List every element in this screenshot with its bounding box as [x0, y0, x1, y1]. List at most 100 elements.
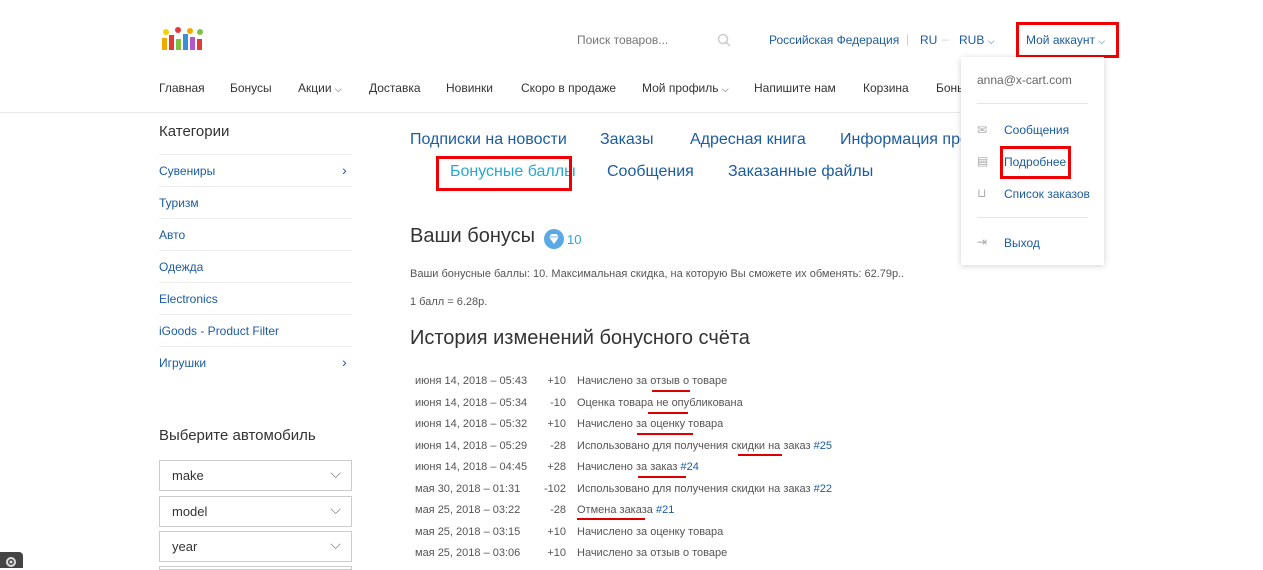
menu-item-sales[interactable]: Акции ⌵: [298, 81, 342, 95]
history-amount: +10: [547, 547, 566, 559]
history-text: Оценка товара не опубликована: [577, 397, 743, 409]
divider: [159, 250, 352, 251]
bonus-title: Ваши бонусы: [410, 225, 536, 247]
tab-ordered-files[interactable]: Заказанные файлы: [728, 163, 873, 181]
menu-item-profile[interactable]: Мой профиль ⌵: [642, 81, 729, 95]
search-icon[interactable]: [717, 33, 731, 52]
chevron-right-icon[interactable]: ›: [342, 354, 347, 370]
history-date: мая 30, 2018 – 01:31: [415, 483, 521, 495]
menu-item-new[interactable]: Новинки: [446, 81, 493, 95]
history-date: июня 14, 2018 – 05:29: [415, 440, 528, 452]
highlight-box: [436, 156, 572, 191]
category-auto[interactable]: Авто: [159, 228, 185, 242]
order-link[interactable]: #22: [814, 483, 832, 495]
menu-item-coming-soon[interactable]: Скоро в продаже: [521, 81, 616, 95]
menu-item-cart[interactable]: Корзина: [863, 81, 909, 95]
divider: [977, 103, 1088, 104]
dropdown-messages[interactable]: Сообщения: [1004, 123, 1069, 137]
divider: [159, 154, 352, 155]
category-tourism[interactable]: Туризм: [159, 196, 199, 210]
chevron-down-icon: ⌵: [721, 84, 729, 94]
history-description: Отмена заказа #21: [577, 504, 674, 516]
tab-orders[interactable]: Заказы: [600, 131, 653, 149]
chevron-down-icon: ⌵: [330, 465, 341, 481]
history-text: Начислено за оценку товара: [577, 526, 724, 538]
category-electronics[interactable]: Electronics: [159, 292, 218, 306]
category-clothing[interactable]: Одежда: [159, 260, 203, 274]
divider: [159, 314, 352, 315]
chevron-right-icon[interactable]: ›: [342, 162, 347, 178]
category-souvenirs[interactable]: Сувениры: [159, 164, 215, 178]
tab-newsletters[interactable]: Подписки на новости: [410, 131, 567, 149]
currency-selector[interactable]: RUB ⌵: [959, 33, 995, 47]
menu-item-home[interactable]: Главная: [159, 81, 205, 95]
menu-item-contact[interactable]: Напишите нам: [754, 81, 836, 95]
divider: |: [906, 32, 910, 46]
history-description: Начислено за оценку товара: [577, 418, 723, 430]
store-logo[interactable]: [160, 26, 206, 52]
menu-item-delivery[interactable]: Доставка: [369, 81, 421, 95]
history-amount: +10: [547, 418, 566, 430]
search-box[interactable]: [567, 27, 743, 54]
bonus-count: 10: [567, 232, 582, 247]
make-select-value: make: [172, 468, 204, 483]
basket-icon: ⊔: [977, 186, 987, 200]
history-title: История изменений бонусного счёта: [410, 327, 750, 349]
order-link[interactable]: #25: [814, 440, 832, 452]
country-selector[interactable]: Российская Федерация: [769, 33, 899, 47]
dropdown-order-list[interactable]: Список заказов: [1004, 187, 1090, 201]
divider: [159, 282, 352, 283]
history-description: Использовано для получения скидки на зак…: [577, 483, 832, 495]
history-description: Оценка товара не опубликована: [577, 397, 743, 409]
chevron-down-icon: ⌵: [987, 36, 995, 46]
highlight-box: [1000, 146, 1071, 179]
year-select[interactable]: year ⌵: [159, 531, 352, 562]
annotation-underline: [648, 412, 688, 414]
settings-gear-icon[interactable]: [0, 552, 23, 568]
menu-item-more[interactable]: Бонь: [936, 81, 963, 95]
chevron-down-icon: ⌵: [330, 501, 341, 517]
chevron-down-icon: ⌵: [330, 536, 341, 552]
bonus-info: Ваши бонусные баллы: 10. Максимальная ск…: [410, 268, 905, 280]
order-link[interactable]: #21: [656, 504, 674, 516]
divider: [977, 217, 1088, 218]
divider: –: [942, 32, 949, 46]
next-select[interactable]: [159, 566, 352, 570]
history-date: июня 14, 2018 – 04:45: [415, 461, 528, 473]
history-amount: -10: [550, 397, 566, 409]
history-date: мая 25, 2018 – 03:15: [415, 526, 521, 538]
history-text: Начислено за отзыв о товаре: [577, 547, 728, 559]
search-input[interactable]: [567, 27, 727, 53]
history-description: Использовано для получения скидки на зак…: [577, 440, 832, 452]
divider: [159, 218, 352, 219]
highlight-box: [1016, 22, 1119, 58]
order-link[interactable]: #24: [681, 461, 699, 473]
category-toys[interactable]: Игрушки: [159, 356, 206, 370]
make-select[interactable]: make ⌵: [159, 460, 352, 491]
history-date: мая 25, 2018 – 03:06: [415, 547, 521, 559]
menu-item-bonuses[interactable]: Бонусы: [230, 81, 272, 95]
divider: [159, 186, 352, 187]
tab-profile-info[interactable]: Информация про: [840, 131, 969, 149]
annotation-underline: [637, 433, 693, 435]
history-amount: -28: [550, 504, 566, 516]
chevron-down-icon: ⌵: [334, 84, 342, 94]
dropdown-logout[interactable]: Выход: [1004, 236, 1040, 250]
model-select[interactable]: model ⌵: [159, 496, 352, 527]
tab-messages[interactable]: Сообщения: [607, 163, 694, 181]
history-text: Использовано для получения скидки на зак…: [577, 483, 814, 495]
bonus-rate: 1 балл = 6.28р.: [410, 296, 488, 308]
annotation-underline: [638, 476, 686, 478]
model-select-value: model: [172, 504, 208, 519]
history-date: июня 14, 2018 – 05:32: [415, 418, 528, 430]
tab-address-book[interactable]: Адресная книга: [690, 131, 806, 149]
history-amount: -102: [543, 483, 566, 495]
category-igoods[interactable]: iGoods - Product Filter: [159, 324, 279, 338]
language-selector[interactable]: RU: [920, 33, 937, 47]
history-amount: +10: [547, 526, 566, 538]
categories-title: Категории: [159, 123, 230, 140]
history-text: Отмена заказа: [577, 504, 656, 516]
history-text: Начислено за заказ: [577, 461, 681, 473]
history-text: Использовано для получения скидки на зак…: [577, 440, 814, 452]
diamond-icon: [544, 229, 564, 254]
